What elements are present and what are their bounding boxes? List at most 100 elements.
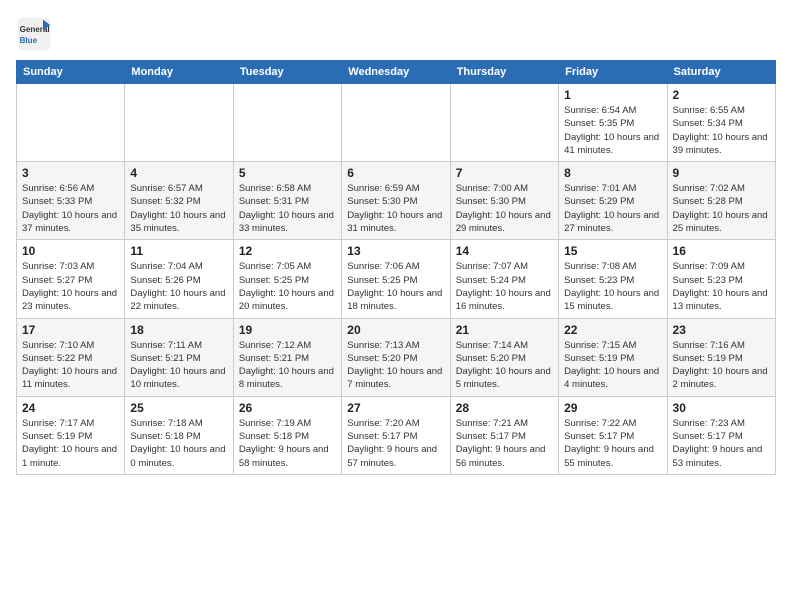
weekday-header-friday: Friday [559,61,667,84]
day-info: Sunrise: 7:06 AM Sunset: 5:25 PM Dayligh… [347,260,444,313]
calendar-cell: 17 Sunrise: 7:10 AM Sunset: 5:22 PM Dayli… [17,318,125,396]
day-number: 14 [456,244,553,258]
calendar-week-row: 1Sunrise: 6:54 AM Sunset: 5:35 PM Daylig… [17,84,776,162]
day-number: 25 [130,401,227,415]
calendar-cell: 15 Sunrise: 7:08 AM Sunset: 5:23 PM Dayli… [559,240,667,318]
calendar-cell: 27 Sunrise: 7:20 AM Sunset: 5:17 PM Dayli… [342,396,450,474]
calendar-cell: 21 Sunrise: 7:14 AM Sunset: 5:20 PM Dayli… [450,318,558,396]
day-info: Sunrise: 7:11 AM Sunset: 5:21 PM Dayligh… [130,339,227,392]
calendar-cell: 26 Sunrise: 7:19 AM Sunset: 5:18 PM Dayli… [233,396,341,474]
day-info: Sunrise: 7:10 AM Sunset: 5:22 PM Dayligh… [22,339,119,392]
calendar-cell: 5 Sunrise: 6:58 AM Sunset: 5:31 PM Daylig… [233,162,341,240]
calendar-cell: 19Sunrise: 7:12 AM Sunset: 5:21 PM Dayli… [233,318,341,396]
calendar-cell: 10Sunrise: 7:03 AM Sunset: 5:27 PM Dayli… [17,240,125,318]
day-info: Sunrise: 7:01 AM Sunset: 5:29 PM Dayligh… [564,182,661,235]
day-info: Sunrise: 7:15 AM Sunset: 5:19 PM Dayligh… [564,339,661,392]
day-number: 30 [673,401,770,415]
calendar-cell: 1Sunrise: 6:54 AM Sunset: 5:35 PM Daylig… [559,84,667,162]
day-info: Sunrise: 6:56 AM Sunset: 5:33 PM Dayligh… [22,182,119,235]
day-number: 17 [22,323,119,337]
day-info: Sunrise: 6:55 AM Sunset: 5:34 PM Dayligh… [673,104,770,157]
day-number: 3 [22,166,119,180]
calendar-cell [17,84,125,162]
calendar-cell: 2 Sunrise: 6:55 AM Sunset: 5:34 PM Daylig… [667,84,775,162]
calendar-cell: 30 Sunrise: 7:23 AM Sunset: 5:17 PM Dayli… [667,396,775,474]
day-number: 8 [564,166,661,180]
day-number: 5 [239,166,336,180]
calendar-cell: 18 Sunrise: 7:11 AM Sunset: 5:21 PM Dayli… [125,318,233,396]
day-info: Sunrise: 7:00 AM Sunset: 5:30 PM Dayligh… [456,182,553,235]
day-number: 22 [564,323,661,337]
calendar-cell: 25 Sunrise: 7:18 AM Sunset: 5:18 PM Dayli… [125,396,233,474]
day-info: Sunrise: 7:16 AM Sunset: 5:19 PM Dayligh… [673,339,770,392]
day-number: 21 [456,323,553,337]
day-info: Sunrise: 7:18 AM Sunset: 5:18 PM Dayligh… [130,417,227,470]
day-info: Sunrise: 7:02 AM Sunset: 5:28 PM Dayligh… [673,182,770,235]
day-info: Sunrise: 7:05 AM Sunset: 5:25 PM Dayligh… [239,260,336,313]
day-info: Sunrise: 7:14 AM Sunset: 5:20 PM Dayligh… [456,339,553,392]
day-number: 26 [239,401,336,415]
day-info: Sunrise: 7:19 AM Sunset: 5:18 PM Dayligh… [239,417,336,470]
day-number: 11 [130,244,227,258]
calendar-cell: 12 Sunrise: 7:05 AM Sunset: 5:25 PM Dayli… [233,240,341,318]
calendar-cell: 24 Sunrise: 7:17 AM Sunset: 5:19 PM Dayli… [17,396,125,474]
page-header: General Blue [16,16,776,52]
calendar-cell [125,84,233,162]
calendar-table: SundayMondayTuesdayWednesdayThursdayFrid… [16,60,776,475]
weekday-header-tuesday: Tuesday [233,61,341,84]
day-number: 2 [673,88,770,102]
day-info: Sunrise: 7:22 AM Sunset: 5:17 PM Dayligh… [564,417,661,470]
day-info: Sunrise: 7:17 AM Sunset: 5:19 PM Dayligh… [22,417,119,470]
calendar-week-row: 24 Sunrise: 7:17 AM Sunset: 5:19 PM Dayli… [17,396,776,474]
weekday-header-sunday: Sunday [17,61,125,84]
calendar-week-row: 10Sunrise: 7:03 AM Sunset: 5:27 PM Dayli… [17,240,776,318]
day-number: 15 [564,244,661,258]
day-info: Sunrise: 7:07 AM Sunset: 5:24 PM Dayligh… [456,260,553,313]
calendar-cell: 11 Sunrise: 7:04 AM Sunset: 5:26 PM Dayli… [125,240,233,318]
calendar-cell: 29Sunrise: 7:22 AM Sunset: 5:17 PM Dayli… [559,396,667,474]
day-number: 9 [673,166,770,180]
weekday-header-saturday: Saturday [667,61,775,84]
calendar-cell: 28Sunrise: 7:21 AM Sunset: 5:17 PM Dayli… [450,396,558,474]
calendar-cell [342,84,450,162]
calendar-cell: 23 Sunrise: 7:16 AM Sunset: 5:19 PM Dayli… [667,318,775,396]
logo: General Blue [16,16,56,52]
day-info: Sunrise: 6:57 AM Sunset: 5:32 PM Dayligh… [130,182,227,235]
day-number: 18 [130,323,227,337]
calendar-cell: 6 Sunrise: 6:59 AM Sunset: 5:30 PM Daylig… [342,162,450,240]
day-info: Sunrise: 7:12 AM Sunset: 5:21 PM Dayligh… [239,339,336,392]
calendar-cell: 13 Sunrise: 7:06 AM Sunset: 5:25 PM Dayli… [342,240,450,318]
weekday-header-wednesday: Wednesday [342,61,450,84]
day-info: Sunrise: 7:20 AM Sunset: 5:17 PM Dayligh… [347,417,444,470]
calendar-cell: 8 Sunrise: 7:01 AM Sunset: 5:29 PM Daylig… [559,162,667,240]
day-info: Sunrise: 7:09 AM Sunset: 5:23 PM Dayligh… [673,260,770,313]
calendar-cell [233,84,341,162]
day-info: Sunrise: 6:59 AM Sunset: 5:30 PM Dayligh… [347,182,444,235]
calendar-cell: 20Sunrise: 7:13 AM Sunset: 5:20 PM Dayli… [342,318,450,396]
calendar-cell: 16 Sunrise: 7:09 AM Sunset: 5:23 PM Dayli… [667,240,775,318]
day-info: Sunrise: 7:23 AM Sunset: 5:17 PM Dayligh… [673,417,770,470]
day-info: Sunrise: 7:03 AM Sunset: 5:27 PM Dayligh… [22,260,119,313]
day-number: 1 [564,88,661,102]
calendar-cell [450,84,558,162]
day-number: 16 [673,244,770,258]
day-number: 27 [347,401,444,415]
day-info: Sunrise: 7:21 AM Sunset: 5:17 PM Dayligh… [456,417,553,470]
weekday-header-thursday: Thursday [450,61,558,84]
day-number: 4 [130,166,227,180]
day-number: 6 [347,166,444,180]
calendar-week-row: 3 Sunrise: 6:56 AM Sunset: 5:33 PM Daylig… [17,162,776,240]
day-number: 12 [239,244,336,258]
day-number: 23 [673,323,770,337]
day-info: Sunrise: 7:04 AM Sunset: 5:26 PM Dayligh… [130,260,227,313]
calendar-cell: 4 Sunrise: 6:57 AM Sunset: 5:32 PM Daylig… [125,162,233,240]
calendar-cell: 14 Sunrise: 7:07 AM Sunset: 5:24 PM Dayli… [450,240,558,318]
day-info: Sunrise: 7:08 AM Sunset: 5:23 PM Dayligh… [564,260,661,313]
calendar-cell: 7 Sunrise: 7:00 AM Sunset: 5:30 PM Daylig… [450,162,558,240]
calendar-cell: 22 Sunrise: 7:15 AM Sunset: 5:19 PM Dayli… [559,318,667,396]
calendar-cell: 3 Sunrise: 6:56 AM Sunset: 5:33 PM Daylig… [17,162,125,240]
day-number: 24 [22,401,119,415]
day-number: 13 [347,244,444,258]
day-info: Sunrise: 6:58 AM Sunset: 5:31 PM Dayligh… [239,182,336,235]
day-number: 7 [456,166,553,180]
